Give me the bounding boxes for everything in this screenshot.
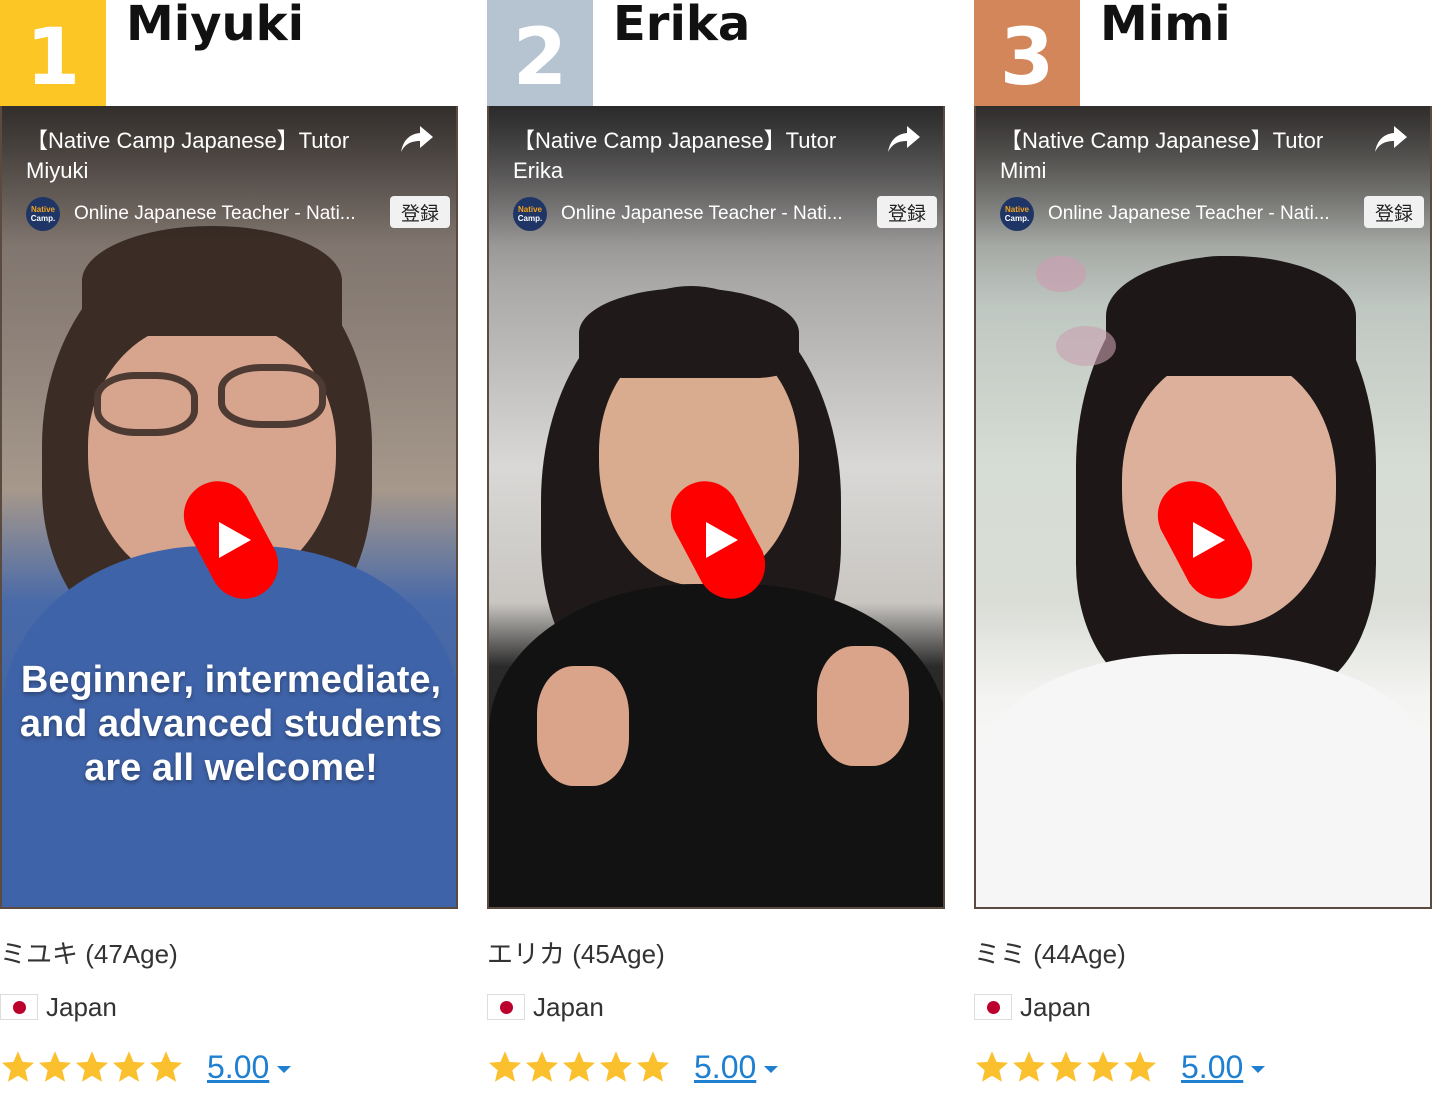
country-name: Japan	[533, 991, 604, 1022]
video-player[interactable]: 【Native Camp Japanese】Tutor Mimi Native C…	[974, 106, 1432, 909]
share-arrow-icon[interactable]	[887, 124, 921, 154]
star-rating	[974, 1049, 1159, 1085]
tutor-card: 3 Mimi 【Native Camp Japanese】Tutor Mimi …	[974, 0, 1432, 1104]
caret-down-icon[interactable]	[764, 1065, 779, 1073]
youtube-shorts-play-icon[interactable]	[666, 474, 770, 606]
japan-flag-icon	[0, 994, 38, 1020]
star-icon	[1012, 1051, 1046, 1082]
tutor-name[interactable]: Mimi	[1100, 0, 1231, 52]
youtube-shorts-play-icon[interactable]	[179, 474, 283, 606]
channel-row[interactable]: Native Camp. Online Japanese Teacher - Na…	[26, 197, 374, 231]
tutor-card: 1 Miyuki 【Native Camp Japanese】Tutor Miy…	[0, 0, 458, 1104]
rating-value-link[interactable]: 5.00	[207, 1049, 269, 1086]
channel-logo[interactable]: Native Camp.	[1000, 197, 1034, 231]
star-icon	[38, 1051, 72, 1082]
japan-flag-icon	[487, 994, 525, 1020]
rating-value-link[interactable]: 5.00	[1181, 1049, 1243, 1086]
video-title[interactable]: 【Native Camp Japanese】Tutor Miyuki	[26, 126, 386, 186]
star-rating	[487, 1049, 672, 1085]
channel-name[interactable]: Online Japanese Teacher - Nati...	[74, 203, 374, 225]
star-icon	[75, 1051, 109, 1082]
video-player[interactable]: 【Native Camp Japanese】Tutor Erika Native…	[487, 106, 945, 909]
tutor-name[interactable]: Miyuki	[126, 0, 304, 52]
subscribe-button[interactable]: 登録	[390, 196, 450, 228]
star-icon	[525, 1051, 559, 1082]
subscribe-button[interactable]: 登録	[877, 196, 937, 228]
star-icon	[562, 1051, 596, 1082]
rank-badge: 3	[974, 0, 1080, 106]
share-arrow-icon[interactable]	[400, 124, 434, 154]
star-icon	[1123, 1051, 1157, 1082]
star-icon	[636, 1051, 670, 1082]
channel-logo[interactable]: Native Camp.	[513, 197, 547, 231]
tutor-age: ミミ (44Age)	[974, 939, 1126, 969]
rating-row: 5.00	[0, 1044, 292, 1090]
tutor-age: エリカ (45Age)	[487, 939, 665, 969]
tutor-country: Japan	[974, 990, 1091, 1024]
channel-logo[interactable]: Native Camp.	[26, 197, 60, 231]
video-title[interactable]: 【Native Camp Japanese】Tutor Mimi	[1000, 126, 1360, 186]
channel-row[interactable]: Native Camp. Online Japanese Teacher - Na…	[513, 197, 861, 231]
star-icon	[488, 1051, 522, 1082]
rank-badge: 1	[0, 0, 106, 106]
video-caption: Beginner, intermediate, and advanced stu…	[19, 659, 443, 789]
tutor-country: Japan	[0, 990, 117, 1024]
video-player[interactable]: 【Native Camp Japanese】Tutor Miyuki Nativ…	[0, 106, 458, 909]
tutor-country: Japan	[487, 990, 604, 1024]
star-icon	[1, 1051, 35, 1082]
country-name: Japan	[46, 991, 117, 1022]
star-icon	[112, 1051, 146, 1082]
channel-row[interactable]: Native Camp. Online Japanese Teacher - Na…	[1000, 197, 1348, 231]
rating-row: 5.00	[974, 1044, 1266, 1090]
rank-badge: 2	[487, 0, 593, 106]
star-icon	[975, 1051, 1009, 1082]
tutor-age: ミユキ (47Age)	[0, 939, 178, 969]
video-title[interactable]: 【Native Camp Japanese】Tutor Erika	[513, 126, 873, 186]
star-icon	[1049, 1051, 1083, 1082]
tutor-name[interactable]: Erika	[613, 0, 750, 52]
star-icon	[149, 1051, 183, 1082]
country-name: Japan	[1020, 991, 1091, 1022]
youtube-shorts-play-icon[interactable]	[1153, 474, 1257, 606]
tutor-card: 2 Erika 【Native Camp Japanese】Tutor Erik…	[487, 0, 945, 1104]
channel-name[interactable]: Online Japanese Teacher - Nati...	[561, 203, 861, 225]
japan-flag-icon	[974, 994, 1012, 1020]
tutor-ranking-grid: 1 Miyuki 【Native Camp Japanese】Tutor Miy…	[0, 0, 1432, 1104]
share-arrow-icon[interactable]	[1374, 124, 1408, 154]
rating-row: 5.00	[487, 1044, 779, 1090]
star-rating	[0, 1049, 185, 1085]
channel-name[interactable]: Online Japanese Teacher - Nati...	[1048, 203, 1348, 225]
star-icon	[599, 1051, 633, 1082]
subscribe-button[interactable]: 登録	[1364, 196, 1424, 228]
star-icon	[1086, 1051, 1120, 1082]
rating-value-link[interactable]: 5.00	[694, 1049, 756, 1086]
caret-down-icon[interactable]	[277, 1065, 292, 1073]
caret-down-icon[interactable]	[1251, 1065, 1266, 1073]
